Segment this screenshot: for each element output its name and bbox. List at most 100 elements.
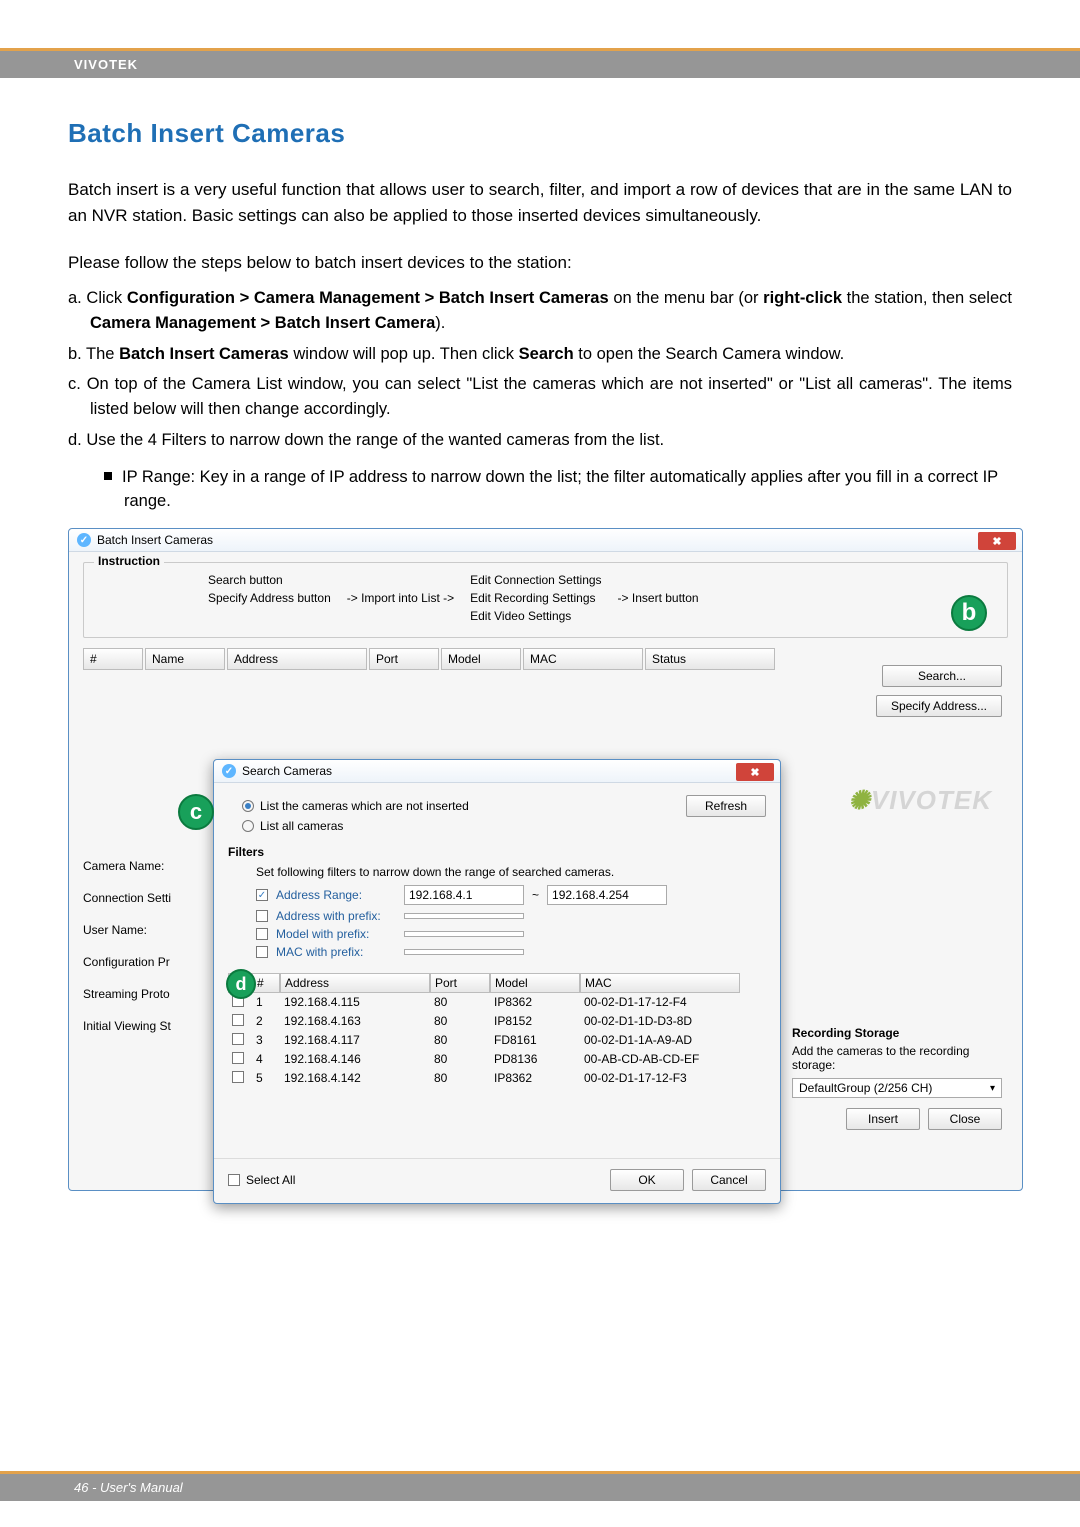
- col-name[interactable]: Name: [145, 648, 225, 670]
- col-mac[interactable]: MAC: [523, 648, 643, 670]
- checkbox-model-prefix[interactable]: [256, 928, 268, 940]
- step-a: a. Click Configuration > Camera Manageme…: [68, 286, 1012, 336]
- close-button[interactable]: Close: [928, 1108, 1002, 1130]
- table-row[interactable]: 2192.168.4.16380IP815200-02-D1-1D-D3-8D: [228, 1012, 766, 1031]
- select-all-row[interactable]: Select All: [228, 1173, 295, 1187]
- instruction-group: Instruction Search button Specify Addres…: [83, 562, 1008, 638]
- search-results-table: # Address Port Model MAC 1192.168.4.1158…: [228, 973, 766, 1088]
- close-icon[interactable]: ✖: [978, 532, 1016, 550]
- col-port[interactable]: Port: [430, 973, 490, 993]
- dialog-title: Search Cameras: [242, 764, 332, 778]
- radio-list-all-label: List all cameras: [260, 819, 343, 833]
- vivotek-logo: ✺VIVOTEK: [848, 785, 992, 816]
- brand-text: VIVOTEK: [74, 57, 138, 72]
- cell-model: IP8152: [490, 1012, 580, 1031]
- chevron-down-icon: ▾: [990, 1083, 995, 1094]
- checkbox-address-prefix[interactable]: [256, 910, 268, 922]
- tilde-separator: ~: [532, 888, 539, 902]
- window-title: Batch Insert Cameras: [97, 533, 213, 547]
- label-initial-viewing-st: Initial Viewing St: [83, 1019, 183, 1033]
- instruction-label: Instruction: [94, 554, 164, 568]
- instr-specify-address-text: Specify Address button: [208, 591, 331, 605]
- left-settings-labels: Camera Name: Connection Setti User Name:…: [83, 859, 183, 1033]
- cell-number: 2: [252, 1012, 280, 1031]
- label-streaming-proto: Streaming Proto: [83, 987, 183, 1001]
- cell-address: 192.168.4.117: [280, 1031, 430, 1050]
- checkbox-select-all[interactable]: [228, 1174, 240, 1186]
- recording-storage-select[interactable]: DefaultGroup (2/256 CH) ▾: [792, 1078, 1002, 1098]
- refresh-button[interactable]: Refresh: [686, 795, 766, 817]
- table-row[interactable]: 5192.168.4.14280IP836200-02-D1-17-12-F3: [228, 1069, 766, 1088]
- label-configuration-pr: Configuration Pr: [83, 955, 183, 969]
- cell-mac: 00-02-D1-17-12-F3: [580, 1069, 740, 1088]
- cell-port: 80: [430, 1050, 490, 1069]
- table-row[interactable]: 4192.168.4.14680PD813600-AB-CD-AB-CD-EF: [228, 1050, 766, 1069]
- col-number[interactable]: #: [83, 648, 143, 670]
- row-checkbox[interactable]: [232, 1052, 244, 1064]
- address-prefix-label: Address with prefix:: [276, 909, 396, 923]
- address-range-label: Address Range:: [276, 888, 396, 902]
- radio-not-inserted-label: List the cameras which are not inserted: [260, 799, 469, 813]
- mac-prefix-label: MAC with prefix:: [276, 945, 396, 959]
- model-prefix-input[interactable]: [404, 931, 524, 937]
- col-model[interactable]: Model: [490, 973, 580, 993]
- col-status[interactable]: Status: [645, 648, 775, 670]
- cell-address: 192.168.4.163: [280, 1012, 430, 1031]
- dialog-titlebar[interactable]: ✓ Search Cameras: [214, 760, 780, 783]
- checkbox-mac-prefix[interactable]: [256, 946, 268, 958]
- cell-mac: 00-02-D1-1D-D3-8D: [580, 1012, 740, 1031]
- footer-text: 46 - User's Manual: [74, 1480, 183, 1495]
- insert-button[interactable]: Insert: [846, 1108, 920, 1130]
- select-all-label: Select All: [246, 1173, 295, 1187]
- close-icon[interactable]: ✖: [736, 763, 774, 781]
- cancel-button[interactable]: Cancel: [692, 1169, 766, 1191]
- step-d: d. Use the 4 Filters to narrow down the …: [68, 428, 1012, 453]
- col-number[interactable]: #: [252, 973, 280, 993]
- cell-number: 1: [252, 993, 280, 1012]
- cell-address: 192.168.4.142: [280, 1069, 430, 1088]
- row-checkbox[interactable]: [232, 1033, 244, 1045]
- address-prefix-input[interactable]: [404, 913, 524, 919]
- cell-model: IP8362: [490, 993, 580, 1012]
- radio-list-all[interactable]: [242, 820, 254, 832]
- cell-mac: 00-02-D1-17-12-F4: [580, 993, 740, 1012]
- mac-prefix-input[interactable]: [404, 949, 524, 955]
- app-icon: ✓: [222, 764, 236, 778]
- address-range-to-input[interactable]: 192.168.4.254: [547, 885, 667, 905]
- window-titlebar[interactable]: ✓ Batch Insert Cameras: [69, 529, 1022, 552]
- filters-label: Filters: [228, 845, 766, 859]
- col-port[interactable]: Port: [369, 648, 439, 670]
- header-brand-bar: VIVOTEK: [0, 48, 1080, 78]
- cell-address: 192.168.4.115: [280, 993, 430, 1012]
- cell-number: 5: [252, 1069, 280, 1088]
- intro-paragraph: Batch insert is a very useful function t…: [68, 177, 1012, 230]
- cell-port: 80: [430, 993, 490, 1012]
- follow-paragraph: Please follow the steps below to batch i…: [68, 250, 1012, 276]
- model-prefix-label: Model with prefix:: [276, 927, 396, 941]
- steps-list: a. Click Configuration > Camera Manageme…: [68, 286, 1012, 453]
- row-checkbox[interactable]: [232, 1071, 244, 1083]
- filters-hint: Set following filters to narrow down the…: [256, 865, 766, 879]
- callout-badge-d: d: [226, 969, 256, 999]
- cell-mac: 00-AB-CD-AB-CD-EF: [580, 1050, 740, 1069]
- ok-button[interactable]: OK: [610, 1169, 684, 1191]
- specify-address-button[interactable]: Specify Address...: [876, 695, 1002, 717]
- row-checkbox[interactable]: [232, 1014, 244, 1026]
- col-model[interactable]: Model: [441, 648, 521, 670]
- cell-address: 192.168.4.146: [280, 1050, 430, 1069]
- col-mac[interactable]: MAC: [580, 973, 740, 993]
- col-address[interactable]: Address: [227, 648, 367, 670]
- search-button[interactable]: Search...: [882, 665, 1002, 687]
- col-address[interactable]: Address: [280, 973, 430, 993]
- checkbox-address-range[interactable]: [256, 889, 268, 901]
- arrow-icon: -> Import into List ->: [341, 591, 460, 605]
- search-cameras-dialog: c ✓ Search Cameras ✖ List the cameras wh…: [213, 759, 781, 1204]
- cell-port: 80: [430, 1031, 490, 1050]
- radio-not-inserted[interactable]: [242, 800, 254, 812]
- instr-search-button-text: Search button: [208, 573, 331, 587]
- table-row[interactable]: 1192.168.4.11580IP836200-02-D1-17-12-F4: [228, 993, 766, 1012]
- cell-port: 80: [430, 1012, 490, 1031]
- table-row[interactable]: 3192.168.4.11780FD816100-02-D1-1A-A9-AD: [228, 1031, 766, 1050]
- address-range-from-input[interactable]: 192.168.4.1: [404, 885, 524, 905]
- page-footer: 46 - User's Manual: [0, 1471, 1080, 1501]
